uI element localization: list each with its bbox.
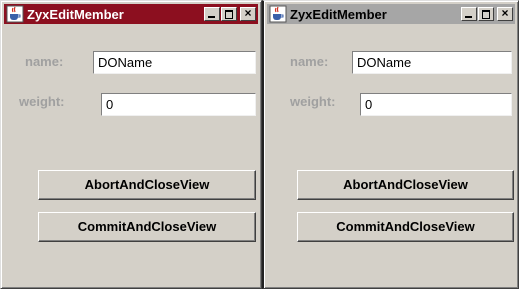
close-button[interactable]: × — [497, 6, 513, 21]
name-label: name: — [290, 54, 329, 69]
close-icon: × — [244, 6, 252, 20]
close-button[interactable]: × — [240, 6, 256, 21]
title-bar[interactable]: ZyxEditMember × — [267, 4, 515, 24]
abort-and-close-button[interactable]: AbortAndCloseView — [38, 170, 256, 200]
name-field[interactable] — [352, 51, 512, 74]
window-title: ZyxEditMember — [290, 6, 387, 22]
java-cup-icon — [6, 5, 24, 23]
abort-and-close-button[interactable]: AbortAndCloseView — [297, 170, 514, 200]
minimize-icon — [208, 16, 215, 18]
name-label: name: — [25, 54, 64, 69]
edit-member-window-right: ZyxEditMember × name: weight: AbortAndCl… — [262, 0, 519, 289]
weight-field[interactable] — [101, 93, 256, 116]
weight-label: weight: — [19, 94, 65, 109]
edit-member-window-left: ZyxEditMember × name: weight: AbortAndCl… — [0, 0, 262, 289]
maximize-button[interactable] — [478, 7, 494, 21]
commit-and-close-button[interactable]: CommitAndCloseView — [297, 212, 514, 242]
java-cup-icon — [269, 5, 287, 23]
title-bar[interactable]: ZyxEditMember × — [4, 4, 258, 24]
maximize-icon — [482, 10, 490, 19]
minimize-button[interactable] — [461, 7, 477, 21]
commit-and-close-button[interactable]: CommitAndCloseView — [38, 212, 256, 242]
minimize-icon — [465, 16, 472, 18]
name-field[interactable] — [93, 51, 256, 74]
maximize-button[interactable] — [221, 7, 237, 21]
weight-label: weight: — [290, 94, 336, 109]
minimize-button[interactable] — [204, 7, 220, 21]
weight-field[interactable] — [360, 93, 512, 116]
maximize-icon — [225, 10, 233, 19]
close-icon: × — [501, 6, 509, 20]
window-title: ZyxEditMember — [27, 6, 124, 22]
